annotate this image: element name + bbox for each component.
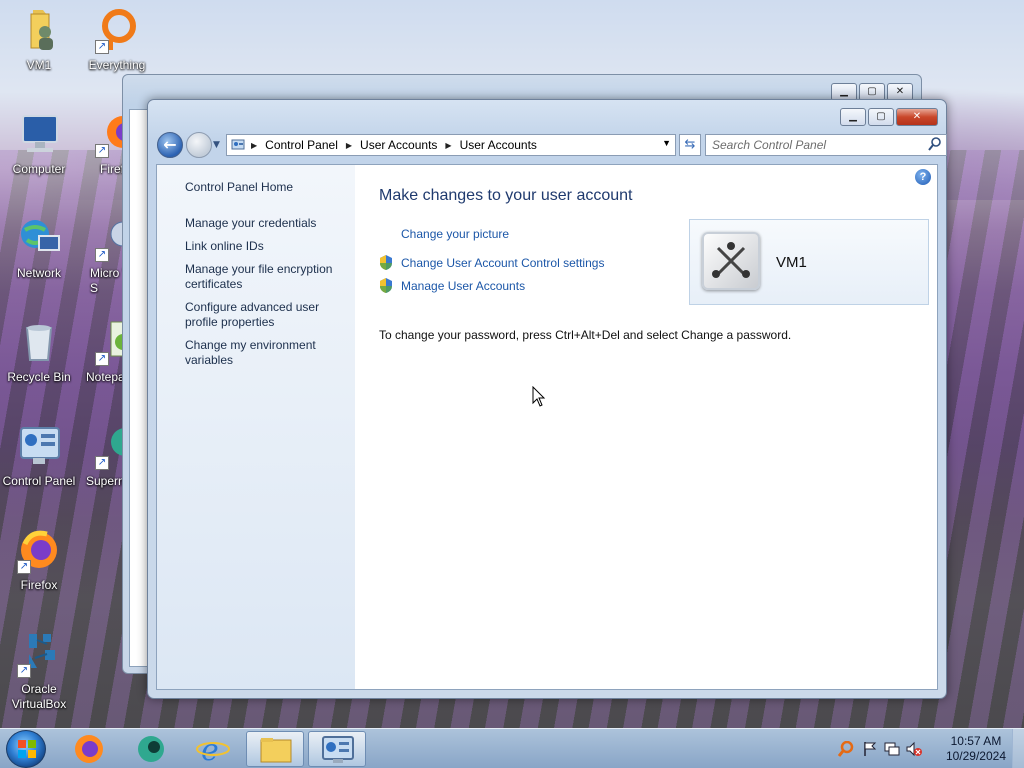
breadcrumb-separator-icon: ▶ [251,140,258,150]
desktop-icon-recycle-bin[interactable]: Recycle Bin [0,318,78,385]
desktop-icon-label: Firefox [20,578,58,592]
maximize-button[interactable]: ▢ [868,108,894,126]
shortcut-arrow-icon: ↗ [95,456,109,470]
system-tray: 10:57 AM 10/29/2024 [834,729,1024,768]
uac-shield-icon [379,278,393,293]
control-panel-icon [322,736,354,763]
desktop-icon-label: Recycle Bin [7,370,71,384]
clock-time: 10:57 AM [950,734,1002,748]
search-everything-tray-icon[interactable] [837,740,854,760]
network-icon [15,214,63,262]
network-tray-icon[interactable] [884,741,900,760]
link-online-ids-link[interactable]: Link online IDs [185,239,345,254]
taskbar-internet-explorer-button[interactable]: e [184,731,242,768]
close-button[interactable]: ✕ [896,108,938,126]
user-folder-icon [15,6,63,54]
firefox-icon [75,735,103,763]
control-panel-window: ▁ ▢ ✕ ← ▼ ▶ Control Panel ▶ User Account… [147,99,947,699]
mouse-cursor-icon [532,386,546,407]
taskbar-file-explorer-button[interactable] [246,731,304,767]
shortcut-arrow-icon: ↗ [17,664,31,678]
desktop-icon-computer[interactable]: Computer [0,110,78,177]
back-button[interactable]: ← [157,132,183,158]
shortcut-arrow-icon: ↗ [95,144,109,158]
environment-variables-link[interactable]: Change my environment variables [185,338,345,368]
recent-pages-dropdown-icon[interactable]: ▼ [213,140,220,150]
desktop-icon-everything[interactable]: ↗ Everything [78,6,156,73]
breadcrumb-separator-icon[interactable]: ▶ [445,141,451,150]
firefox-icon: ↗ [15,526,63,574]
desktop-icon-label: Oracle VirtualBox [11,682,67,711]
taskbar-control-panel-button[interactable] [308,731,366,767]
computer-icon [15,110,63,158]
password-instructions: To change your password, press Ctrl+Alt+… [379,328,792,342]
desktop-icon-control-panel[interactable]: Control Panel [0,422,78,489]
svg-text:e: e [201,733,219,767]
start-button[interactable] [6,730,46,768]
search-icon[interactable] [928,137,942,151]
recycle-bin-icon [15,318,63,366]
main-pane: ? Make changes to your user account Chan… [355,165,937,689]
search-box[interactable] [705,134,947,156]
address-bar[interactable]: ▶ Control Panel ▶ User Accounts ▶ User A… [226,134,676,156]
desktop-icon-oracle-virtualbox[interactable]: ↗ Oracle VirtualBox [0,630,78,712]
desktop-icon-network[interactable]: Network [0,214,78,281]
desktop-icon-label: VM1 [26,58,52,72]
control-panel-icon [15,422,63,470]
breadcrumb-control-panel[interactable]: Control Panel [265,138,338,152]
window-controls: ▁ ▢ ✕ [840,108,938,126]
user-avatar[interactable] [702,232,760,290]
address-dropdown-icon[interactable]: ▼ [662,138,671,148]
shortcut-arrow-icon: ↗ [95,352,109,366]
clock[interactable]: 10:57 AM 10/29/2024 [946,734,1006,764]
refresh-button[interactable]: ⇆ [679,134,701,156]
clock-date: 10/29/2024 [945,749,1006,763]
manage-credentials-link[interactable]: Manage your credentials [185,216,345,231]
minimize-button[interactable]: ▁ [840,108,866,126]
control-panel-home-link[interactable]: Control Panel Home [185,180,345,195]
action-center-flag-icon[interactable] [862,741,878,760]
help-icon[interactable]: ? [915,169,931,185]
advanced-profile-properties-link[interactable]: Configure advanced user profile properti… [185,300,345,330]
control-panel-icon [231,138,245,152]
file-encryption-certificates-link[interactable]: Manage your file encryption certificates [185,262,345,292]
desktop-icon-label: Network [16,266,61,280]
desktop-icon-label: Computer [12,162,66,176]
shortcut-arrow-icon: ↗ [95,248,109,262]
uac-settings-link[interactable]: Change User Account Control settings [401,256,604,270]
folder-icon [260,738,292,763]
manage-user-accounts-link[interactable]: Manage User Accounts [401,279,525,293]
app-icon [138,736,164,762]
shortcut-arrow-icon: ↗ [17,560,31,574]
desktop-icon-label: Control Panel [2,474,76,488]
breadcrumb-user-accounts-current[interactable]: User Accounts [460,138,537,152]
page-title: Make changes to your user account [379,187,633,204]
taskbar-app-button[interactable] [122,731,180,767]
user-name: VM1 [776,254,807,271]
uac-shield-icon [379,255,393,270]
content-area: Control Panel Home Manage your credentia… [156,164,938,690]
volume-muted-icon[interactable] [906,741,922,760]
navigation-bar: ← ▼ ▶ Control Panel ▶ User Accounts ▶ Us… [156,132,947,160]
forward-button[interactable] [186,132,212,158]
taskbar-firefox-button[interactable] [60,731,118,767]
show-desktop-button[interactable] [1012,729,1024,768]
internet-explorer-icon: e [196,733,230,768]
virtualbox-icon: ↗ [15,630,63,678]
breadcrumb-separator-icon[interactable]: ▶ [346,141,352,150]
change-picture-link[interactable]: Change your picture [401,227,509,241]
everything-icon: ↗ [93,6,141,54]
desktop-icon-label: Everything [88,58,146,72]
desktop-icon-vm1[interactable]: VM1 [0,6,78,73]
shortcut-arrow-icon: ↗ [95,40,109,54]
breadcrumb-user-accounts[interactable]: User Accounts [360,138,437,152]
desktop-icon-firefox[interactable]: ↗ Firefox [0,526,78,593]
user-account-card: VM1 [689,219,929,305]
taskbar: e 10:57 AM 10/29/2024 [0,728,1024,768]
search-input[interactable] [712,135,922,155]
tasks-pane: Control Panel Home Manage your credentia… [157,165,355,689]
